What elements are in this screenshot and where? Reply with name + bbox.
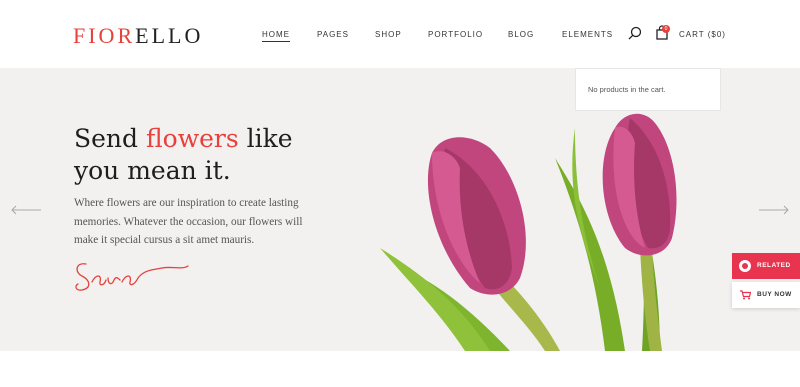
arrow-left-icon[interactable]	[10, 205, 42, 215]
hero-description: Where flowers are our inspiration to cre…	[74, 197, 303, 246]
cart-small-icon	[740, 290, 751, 300]
signature-image	[75, 263, 189, 291]
arrow-right-icon[interactable]	[758, 205, 790, 215]
nav-portfolio[interactable]: PORTFOLIO	[428, 30, 483, 39]
cart-empty-message: No products in the cart.	[588, 85, 666, 94]
nav-blog[interactable]: BLOG	[508, 30, 534, 39]
nav-pages[interactable]: PAGES	[317, 30, 349, 39]
buy-now-label: BUY NOW	[757, 291, 792, 298]
nav-home[interactable]: HOME	[262, 30, 290, 42]
headline-highlight: flowers	[145, 124, 239, 153]
buy-now-button[interactable]: BUY NOW	[732, 282, 800, 308]
headline-start: Send	[74, 124, 146, 153]
cart-dropdown: No products in the cart.	[575, 68, 721, 111]
cart-count-badge: 0	[662, 25, 670, 33]
tulips-image	[380, 113, 677, 351]
related-label: RELATED	[757, 262, 791, 269]
related-button[interactable]: RELATED	[732, 253, 800, 279]
search-icon[interactable]	[628, 26, 642, 40]
page-content-below	[0, 351, 800, 387]
site-header: FIORELLO HOME PAGES SHOP PORTFOLIO BLOG …	[0, 0, 800, 68]
hero-headline: Send flowers like you mean it.	[74, 123, 334, 187]
nav-shop[interactable]: SHOP	[375, 30, 402, 39]
nav-elements[interactable]: ELEMENTS	[562, 30, 613, 39]
cart-link[interactable]: CART ($0)	[679, 30, 726, 39]
related-icon	[739, 260, 751, 272]
